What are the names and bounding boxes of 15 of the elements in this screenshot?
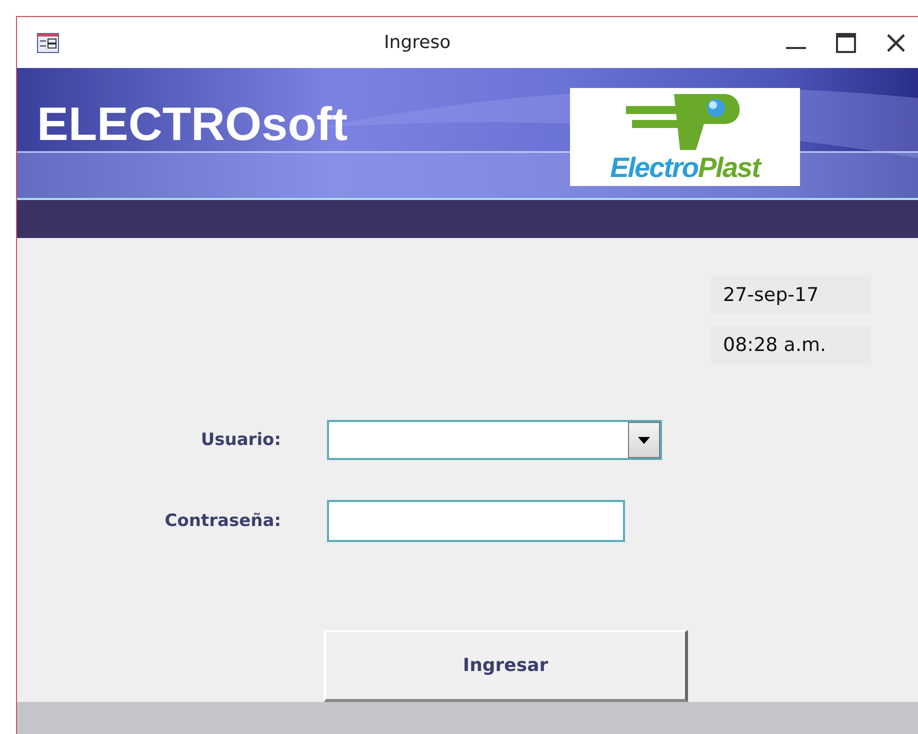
caret-icon [638, 436, 650, 444]
app-title: ELECTROsoft [37, 96, 348, 151]
minimize-icon [786, 46, 806, 48]
login-button[interactable]: Ingresar [324, 630, 688, 702]
form-icon [37, 32, 59, 52]
field-label: Usuario: [200, 430, 281, 450]
password-field[interactable] [327, 500, 625, 542]
field-label: Contraseña: [164, 511, 281, 531]
date-label: 27-sep-17 [711, 276, 871, 314]
logo-text: ElectroPlast [610, 152, 760, 184]
dropdown-button[interactable] [628, 422, 660, 458]
window-title: Ingreso [384, 32, 451, 53]
time-label: 08:28 a.m. [711, 326, 871, 364]
maximize-icon [836, 32, 856, 52]
close-icon [886, 32, 906, 52]
